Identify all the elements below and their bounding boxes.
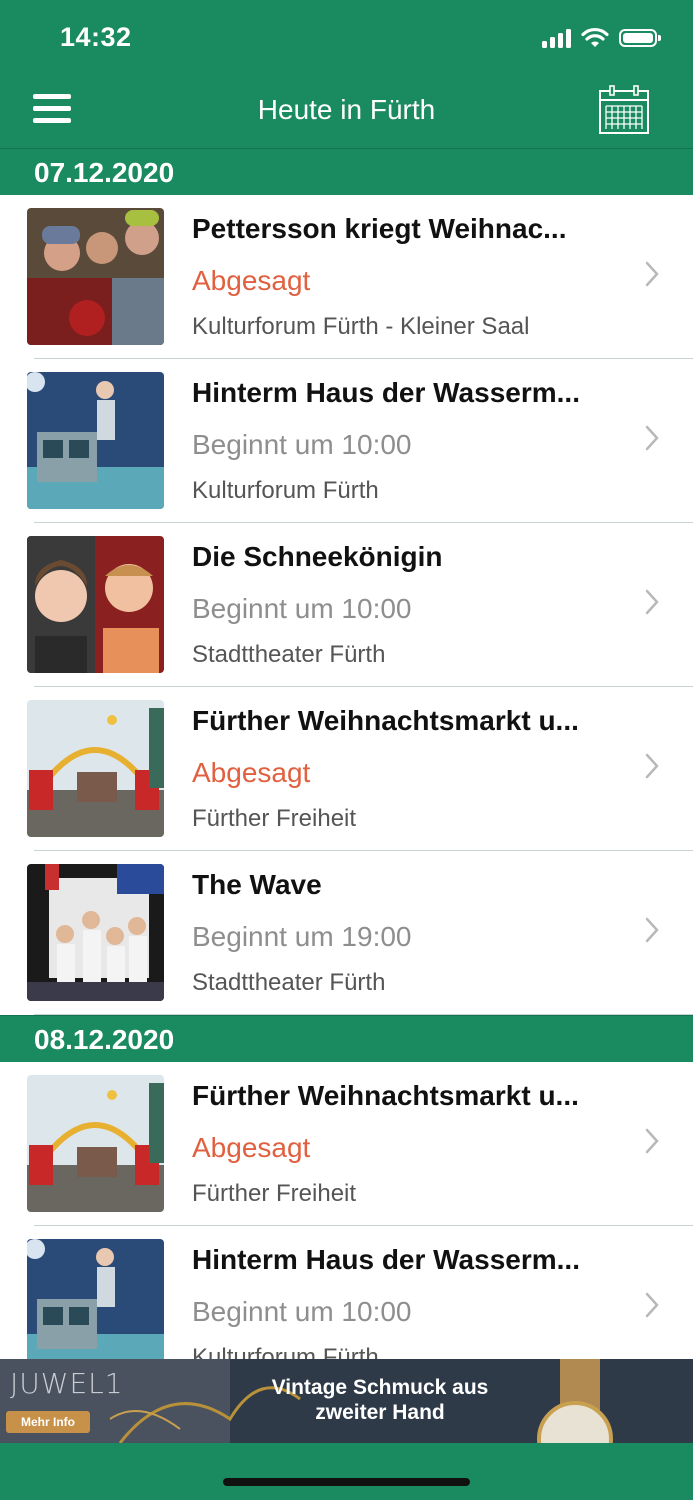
- banner-line-2: zweiter Hand: [315, 1401, 445, 1424]
- event-venue: Stadttheater Fürth: [192, 969, 386, 996]
- calendar-button[interactable]: [598, 84, 650, 136]
- date-section-header: 07.12.2020: [0, 148, 693, 195]
- chevron-right-icon: [645, 589, 659, 615]
- event-thumbnail: [27, 864, 164, 1001]
- event-title: Hinterm Haus der Wasserm...: [192, 1244, 580, 1275]
- event-status: Abgesagt: [192, 1132, 311, 1163]
- event-title: Fürther Weihnachtsmarkt u...: [192, 1080, 579, 1111]
- event-thumbnail: [27, 536, 164, 673]
- cellular-signal-icon: [542, 28, 571, 48]
- event-row[interactable]: Fürther Weihnachtsmarkt u... Abgesagt Fü…: [27, 687, 693, 851]
- event-venue: Stadttheater Fürth: [192, 641, 386, 668]
- event-title: Hinterm Haus der Wasserm...: [192, 377, 580, 408]
- status-icons: [542, 26, 661, 50]
- banner-headline: Vintage Schmuck aus zweiter Hand: [230, 1375, 530, 1425]
- event-venue: Fürther Freiheit: [192, 1180, 357, 1207]
- chevron-right-icon: [645, 917, 659, 943]
- event-title: The Wave: [192, 869, 322, 900]
- event-title: Die Schneekönigin: [192, 541, 443, 572]
- event-row[interactable]: The Wave Beginnt um 19:00 Stadttheater F…: [27, 851, 693, 1015]
- bottom-bar: [0, 1443, 693, 1500]
- event-status: Beginnt um 10:00: [192, 1296, 412, 1327]
- event-row[interactable]: Hinterm Haus der Wasserm... Beginnt um 1…: [27, 1226, 693, 1359]
- date-section-header: 08.12.2020: [0, 1015, 693, 1062]
- event-thumbnail: [27, 372, 164, 509]
- event-venue: Kulturforum Fürth: [192, 477, 379, 504]
- event-row[interactable]: Fürther Weihnachtsmarkt u... Abgesagt Fü…: [27, 1062, 693, 1226]
- top-bar: 14:32 Heute in Fürth: [0, 0, 693, 148]
- event-row[interactable]: Die Schneekönigin Beginnt um 10:00 Stadt…: [27, 523, 693, 687]
- event-thumbnail: [27, 1239, 164, 1359]
- wifi-icon: [581, 27, 609, 47]
- chevron-right-icon: [645, 1128, 659, 1154]
- event-row[interactable]: Hinterm Haus der Wasserm... Beginnt um 1…: [27, 359, 693, 523]
- battery-icon: [619, 29, 661, 47]
- banner-logo: JUWEL1: [10, 1367, 124, 1400]
- status-time: 14:32: [60, 22, 132, 52]
- event-title: Fürther Weihnachtsmarkt u...: [192, 705, 579, 736]
- home-indicator[interactable]: [223, 1478, 470, 1486]
- event-venue: Kulturforum Fürth: [192, 1344, 379, 1359]
- calendar-icon: [599, 85, 649, 134]
- page-title: Heute in Fürth: [257, 94, 436, 125]
- event-row[interactable]: Pettersson kriegt Weihnac... Abgesagt Ku…: [27, 195, 693, 359]
- chevron-right-icon: [645, 753, 659, 779]
- chevron-right-icon: [645, 261, 659, 287]
- ad-banner[interactable]: JUWEL1 Mehr Info Vintage Schmuck aus zwe…: [0, 1359, 693, 1443]
- chevron-right-icon: [645, 1292, 659, 1318]
- event-status: Beginnt um 10:00: [192, 429, 412, 460]
- banner-more-info-button[interactable]: Mehr Info: [6, 1411, 90, 1433]
- event-venue: Fürther Freiheit: [192, 805, 357, 832]
- chevron-right-icon: [645, 425, 659, 451]
- event-status: Abgesagt: [192, 757, 311, 788]
- event-status: Abgesagt: [192, 265, 311, 296]
- event-title: Pettersson kriegt Weihnac...: [192, 213, 567, 244]
- event-thumbnail: [27, 700, 164, 837]
- event-thumbnail: [27, 208, 164, 345]
- event-list[interactable]: 07.12.2020 Pettersson kriegt Weihnac... …: [0, 148, 693, 1359]
- event-thumbnail: [27, 1075, 164, 1212]
- event-status: Beginnt um 10:00: [192, 593, 412, 624]
- event-venue: Kulturforum Fürth - Kleiner Saal: [192, 313, 530, 340]
- event-status: Beginnt um 19:00: [192, 921, 412, 952]
- banner-line-1: Vintage Schmuck aus: [271, 1376, 489, 1399]
